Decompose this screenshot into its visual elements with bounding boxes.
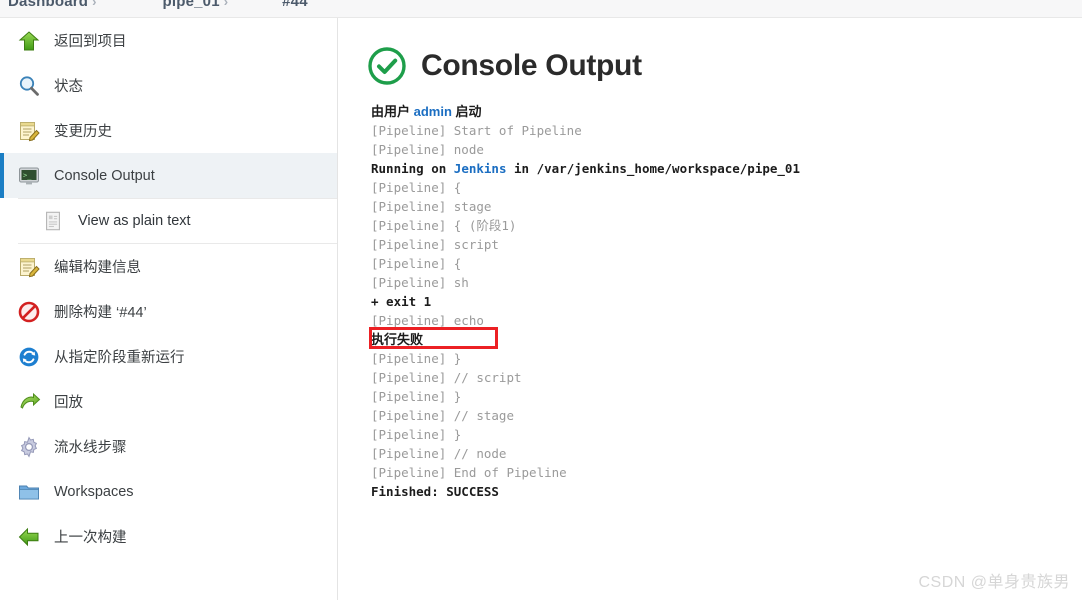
magnifier-icon xyxy=(16,73,42,99)
sidebar-item-status[interactable]: 状态 xyxy=(0,63,337,108)
sidebar-item-label: 上一次构建 xyxy=(54,530,127,546)
breadcrumb-separator: › xyxy=(223,0,229,9)
sidebar: 返回到项目 状态 变更历史 >_ Console Output View as … xyxy=(0,18,338,600)
sidebar-item-back-to-project[interactable]: 返回到项目 xyxy=(0,18,337,63)
console-line: [Pipeline] } xyxy=(371,351,462,366)
left-arrow-icon xyxy=(16,524,42,550)
console-line: [Pipeline] echo xyxy=(371,313,484,328)
sidebar-item-console-output[interactable]: >_ Console Output xyxy=(0,153,337,198)
sidebar-item-label: 从指定阶段重新运行 xyxy=(54,350,185,366)
sidebar-item-edit-build-information[interactable]: 编辑构建信息 xyxy=(0,244,337,289)
sidebar-item-label: 删除构建 ‘#44’ xyxy=(54,305,147,321)
replay-arrow-icon xyxy=(16,389,42,415)
sidebar-item-restart-from-stage[interactable]: 从指定阶段重新运行 xyxy=(0,334,337,379)
console-line: [Pipeline] Start of Pipeline xyxy=(371,123,582,138)
console-line: 执行失败 xyxy=(371,332,424,347)
sidebar-item-label: 编辑构建信息 xyxy=(54,260,141,276)
console-line: [Pipeline] { (阶段1) xyxy=(371,218,517,233)
sidebar-item-label: 流水线步骤 xyxy=(54,440,127,456)
console-text: Running on xyxy=(371,161,454,176)
document-icon xyxy=(40,208,66,234)
console-line: [Pipeline] sh xyxy=(371,275,469,290)
sidebar-item-label: View as plain text xyxy=(78,213,191,229)
sidebar-item-previous-build[interactable]: 上一次构建 xyxy=(0,514,337,559)
watermark: CSDN @单身贵族男 xyxy=(918,574,1070,591)
console-line: [Pipeline] // script xyxy=(371,370,522,385)
console-line: [Pipeline] { xyxy=(371,256,462,271)
notepad-pencil-icon xyxy=(16,254,42,280)
breadcrumb-item-dashboard[interactable]: Dashboard xyxy=(8,0,88,10)
console-text: in /var/jenkins_home/workspace/pipe_01 xyxy=(506,161,800,176)
svg-text:>_: >_ xyxy=(23,171,32,179)
sidebar-item-label: 回放 xyxy=(54,395,83,411)
sidebar-item-label: Workspaces xyxy=(54,483,134,500)
console-link[interactable]: admin xyxy=(414,104,452,119)
sidebar-item-label: 返回到项目 xyxy=(54,34,127,50)
console-link[interactable]: Jenkins xyxy=(454,161,507,176)
console-line: [Pipeline] node xyxy=(371,142,484,157)
up-arrow-icon xyxy=(16,28,42,54)
page-header: Console Output xyxy=(367,46,1082,86)
console-line: [Pipeline] // node xyxy=(371,446,507,461)
folder-icon xyxy=(16,479,42,505)
breadcrumb-separator: › xyxy=(92,0,97,9)
sidebar-item-view-as-plain-text[interactable]: View as plain text xyxy=(18,199,337,243)
console-line: + exit 1 xyxy=(371,294,432,309)
breadcrumb-item-build[interactable]: #44 xyxy=(282,0,308,10)
console-line: [Pipeline] stage xyxy=(371,199,492,214)
sidebar-item-pipeline-steps[interactable]: 流水线步骤 xyxy=(0,424,337,469)
success-check-icon xyxy=(367,46,407,86)
console-line: [Pipeline] // stage xyxy=(371,408,514,423)
console-output-log: 由用户 admin 启动 [Pipeline] Start of Pipeline… xyxy=(367,102,1082,501)
sidebar-item-changes[interactable]: 变更历史 xyxy=(0,108,337,153)
console-line: Finished: SUCCESS xyxy=(371,484,499,499)
breadcrumb: Dashboard › pipe_01 › #44 xyxy=(0,0,1082,18)
console-line: 由用户 admin 启动 xyxy=(371,102,1082,121)
notepad-pencil-icon xyxy=(16,118,42,144)
console-line: Running on Jenkins in /var/jenkins_home/… xyxy=(371,159,1082,178)
gear-icon xyxy=(16,434,42,460)
delete-forbidden-icon xyxy=(16,299,42,325)
sidebar-item-label: 变更历史 xyxy=(54,124,112,140)
console-text: 由用户 xyxy=(371,104,414,119)
console-line: [Pipeline] { xyxy=(371,180,462,195)
console-text: 启动 xyxy=(451,104,482,119)
sidebar-sub-group: View as plain text xyxy=(18,198,337,244)
sidebar-item-label: 状态 xyxy=(54,79,83,95)
restart-circle-icon xyxy=(16,344,42,370)
sidebar-item-replay[interactable]: 回放 xyxy=(0,379,337,424)
terminal-icon: >_ xyxy=(16,163,42,189)
sidebar-item-label: Console Output xyxy=(54,167,155,184)
main-content: Console Output 由用户 admin 启动 [Pipeline] St… xyxy=(339,18,1082,600)
sidebar-item-delete-build[interactable]: 删除构建 ‘#44’ xyxy=(0,289,337,334)
page-title: Console Output xyxy=(421,49,642,82)
breadcrumb-item-job[interactable]: pipe_01 xyxy=(163,0,220,10)
jenkins-console-page: Dashboard › pipe_01 › #44 返回到项目 状态 变更历史 … xyxy=(0,0,1082,600)
console-line: [Pipeline] script xyxy=(371,237,499,252)
sidebar-item-workspaces[interactable]: Workspaces xyxy=(0,469,337,514)
console-line: [Pipeline] } xyxy=(371,427,462,442)
console-line: [Pipeline] } xyxy=(371,389,462,404)
console-line: [Pipeline] End of Pipeline xyxy=(371,465,567,480)
